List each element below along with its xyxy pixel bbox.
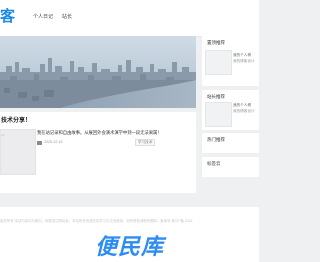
sidebar-item-title[interactable]: 我的个人博 [233, 103, 251, 108]
calendar-icon [37, 140, 42, 145]
site-logo[interactable]: 客 [0, 9, 15, 25]
city-skyline-illustration [0, 36, 196, 108]
sidebar-item-subtitle: 我的博客设计 [233, 59, 255, 63]
sidebar-item-subtitle: 我的博客设计 [233, 109, 255, 113]
sidebar-card-pinned: 置顶推荐 我的个人博 我的博客设计 [202, 36, 259, 86]
section-title: 技术分享！ [1, 118, 32, 124]
sidebar-card-hot: 热门推荐 [202, 133, 259, 153]
post-thumbnail[interactable] [0, 129, 36, 175]
sidebar-thumbnail[interactable] [205, 50, 232, 75]
watermark-logo: 便民库 [94, 234, 164, 259]
sidebar-card-title: 站长推荐 [207, 94, 225, 99]
nav-link-diary[interactable]: 个人日记 [33, 14, 53, 21]
sidebar-card-title: 置顶推荐 [207, 40, 225, 45]
post-meta: 2025-12-19 [37, 140, 62, 145]
hero-banner-image[interactable] [0, 36, 196, 108]
post-list-card: 技术分享！ ▭ 我在站记录和自由故事。从展回外会演术演学中到一段无法离属！ 20… [0, 112, 196, 193]
image-placeholder-icon: ▭ [1, 132, 5, 137]
nav-link-admin[interactable]: 站长 [62, 14, 72, 21]
footer-copyright: 版权所有 本站内容均为原创，转载请注明出处。本站所有资源仅供学习与交流使用，如有… [0, 219, 193, 223]
top-navbar: 客 个人日记 站长 [0, 0, 259, 37]
sidebar-item-title[interactable]: 我的个人博 [233, 53, 251, 58]
sidebar-card-recommended: 站长推荐 我的个人博 我的博客设计 [202, 90, 259, 130]
page-footer: 版权所有 本站内容均为原创，转载请注明出处。本站所有资源仅供学习与交流使用，如有… [0, 207, 259, 262]
post-category-tag[interactable]: 学习技术 [135, 139, 156, 146]
sidebar-card-title: 标签云 [207, 161, 221, 166]
sidebar-card-tags: 标签云 [202, 157, 259, 177]
sidebar-card-title: 热门推荐 [207, 137, 225, 142]
post-date: 2025-12-19 [44, 140, 63, 144]
post-title-link[interactable]: 我在站记录和自由故事。从展回外会演术演学中到一段无法离属！ [37, 130, 162, 136]
sidebar-thumbnail[interactable] [205, 102, 232, 127]
